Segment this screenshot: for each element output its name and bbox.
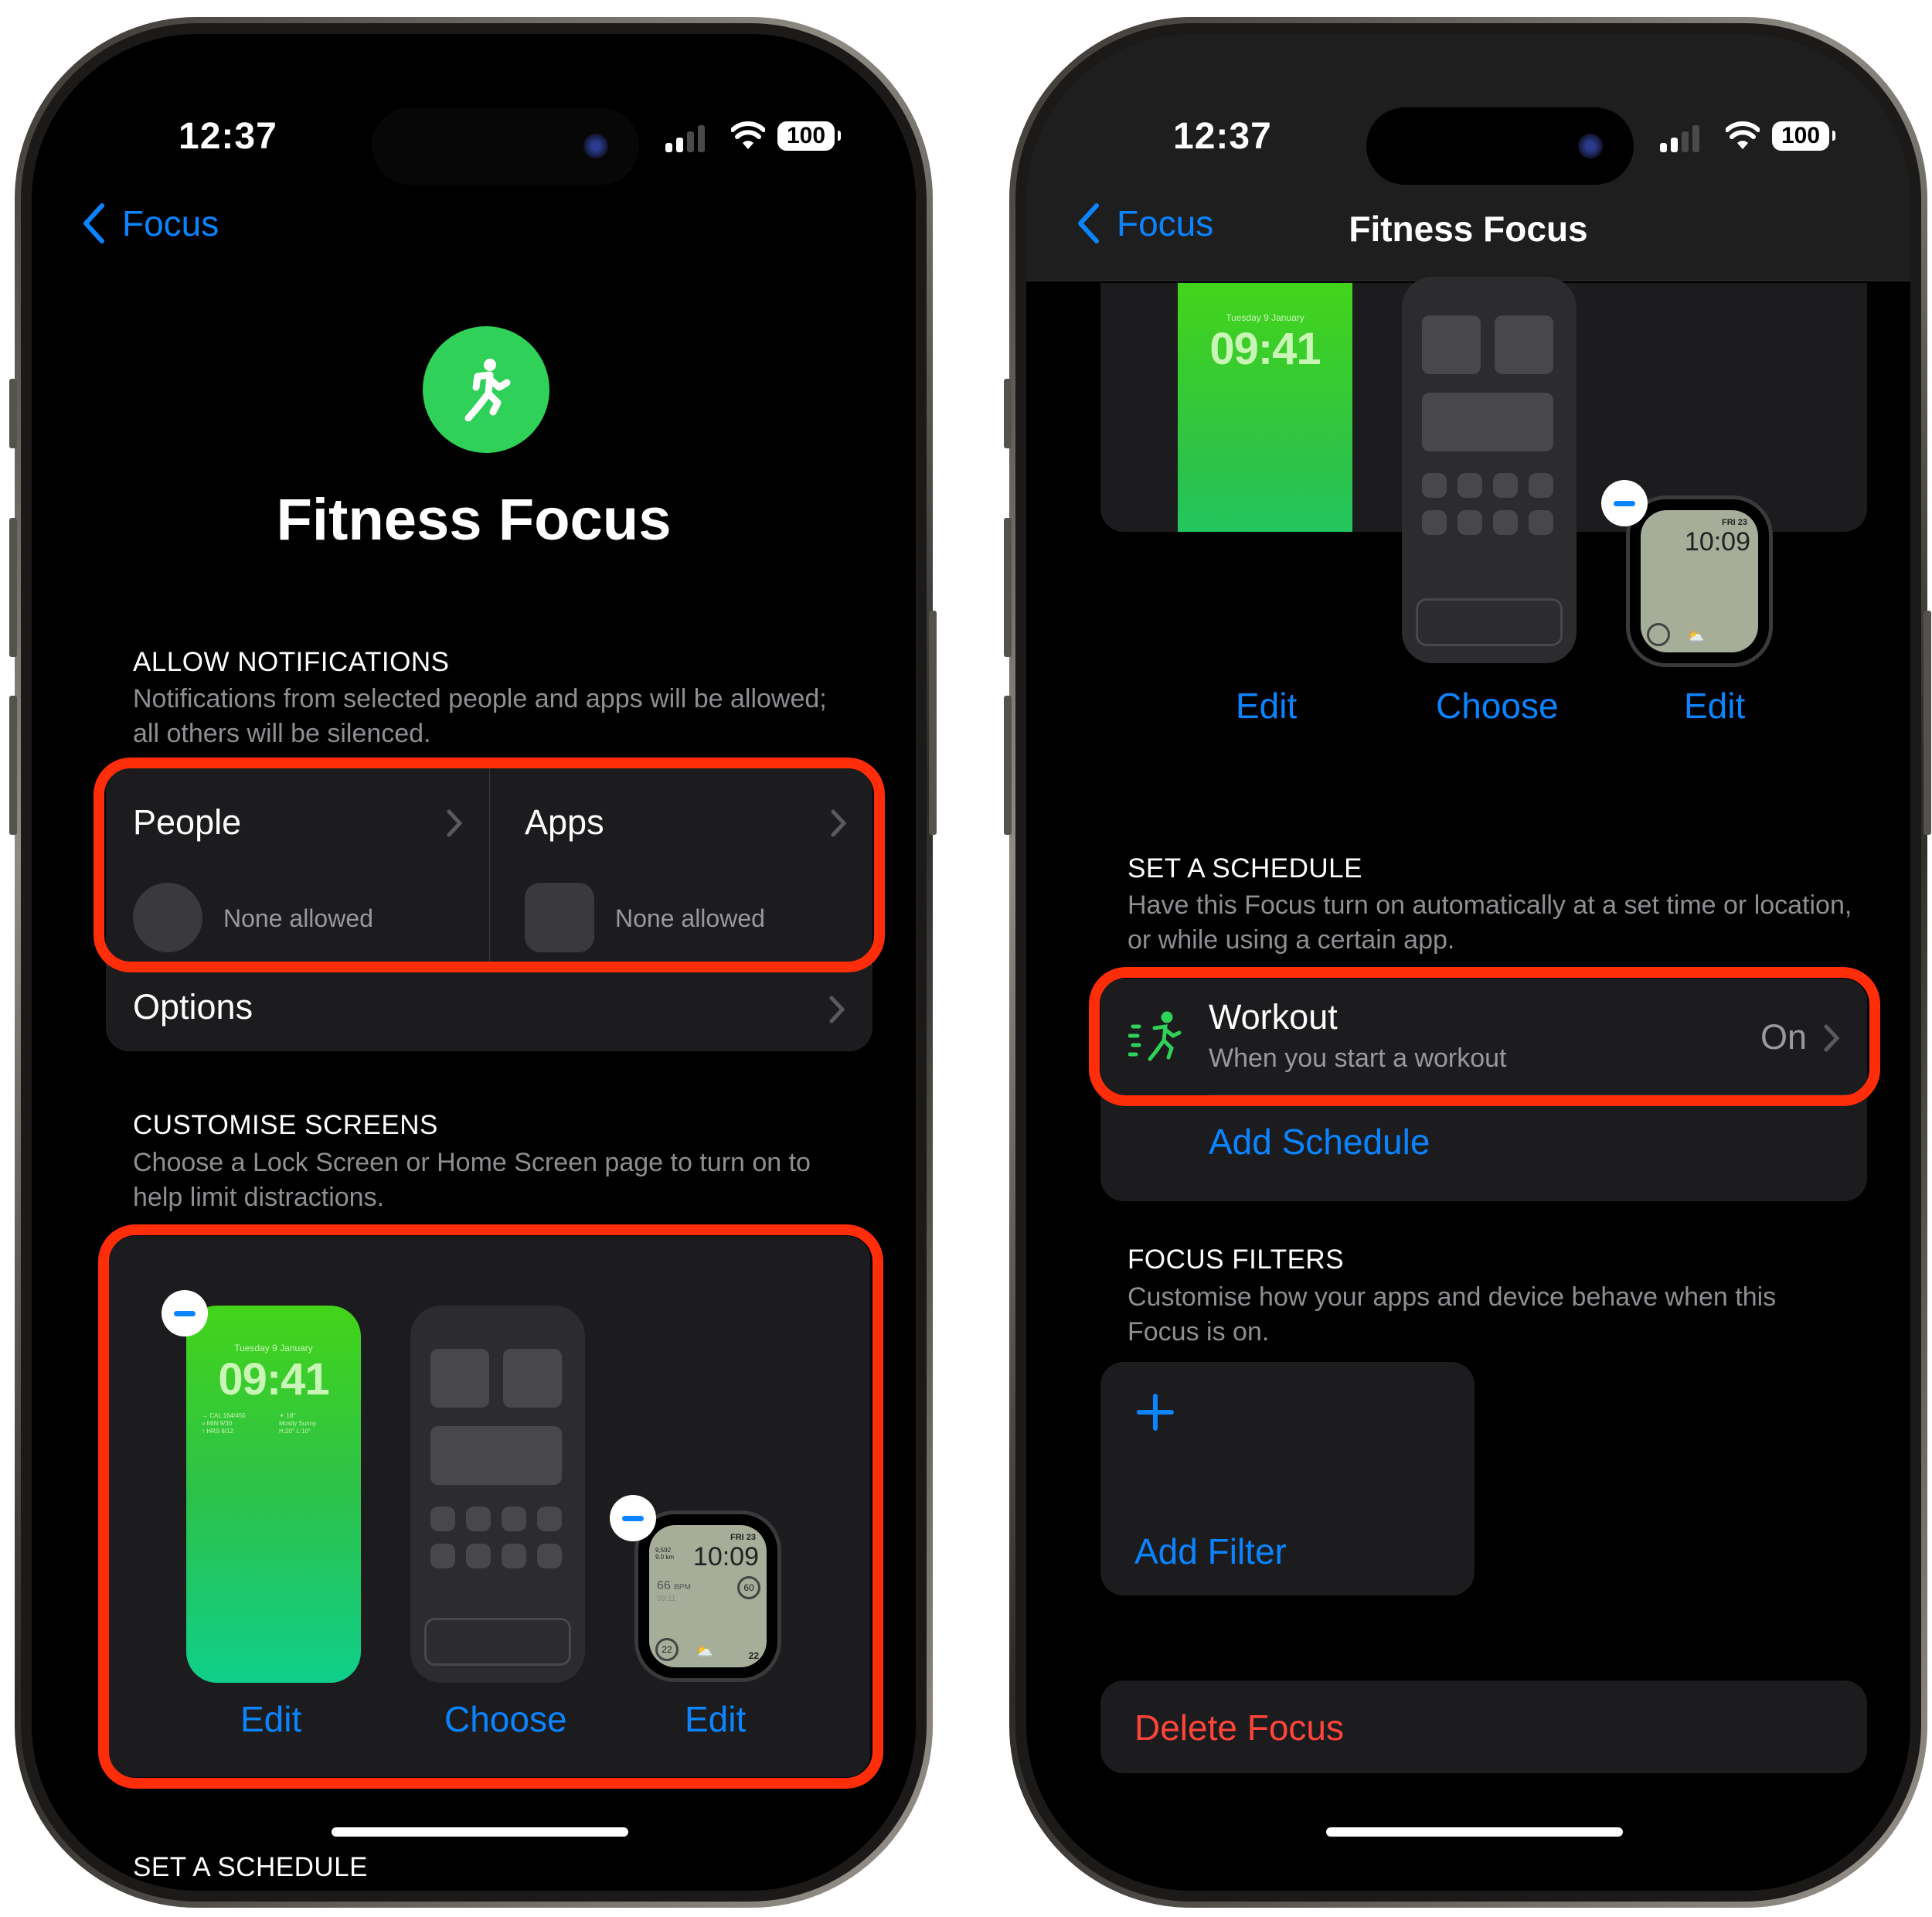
left-phone-frame: 12:37 100 Focus Fitness Focus ALLOW NOTI… [15,17,933,1908]
app-placeholder [1422,473,1447,498]
battery-indicator: 100 [1772,121,1835,151]
volume-down-button [9,696,17,835]
app-placeholder [1422,510,1447,535]
app-placeholder [1458,473,1482,498]
add-filter-label: Add Filter [1134,1531,1287,1571]
volume-down-button [1004,696,1012,835]
widget-placeholder [1422,315,1481,374]
annotation-highlight [94,758,885,972]
edit-lock-screen-button[interactable]: Edit [1236,685,1297,727]
status-bar: 12:37 100 [1026,107,1910,185]
focus-icon[interactable] [423,326,549,453]
dynamic-island [372,107,639,185]
edit-watch-face-button[interactable]: Edit [1684,685,1745,727]
watch-temperature [1647,623,1670,646]
customise-screens-header: CUSTOMISE SCREENS [133,1110,438,1140]
home-indicator[interactable] [1326,1827,1623,1837]
focus-settings-screen: 12:37 100 Focus Fitness Focus ALLOW NOTI… [32,34,916,1891]
set-schedule-header-partial: SET A SCHEDULE [133,1852,368,1882]
annotation-highlight [1089,967,1880,1106]
add-schedule-button[interactable]: Add Schedule [1209,1121,1430,1163]
right-phone-frame: 12:37 100 Focus Fitness Focus Tuesday 9 … [1009,17,1927,1908]
watch-time: 10:09 [1684,527,1750,557]
screens-card-content: FRI 23 10:09 ⛅ Edit Choose Edit [1100,277,1867,778]
allow-notifications-header: ALLOW NOTIFICATIONS [133,647,450,677]
back-button[interactable]: Focus [82,203,219,244]
side-button [929,611,937,835]
action-button [9,379,17,448]
delete-focus-label: Delete Focus [1134,1708,1345,1748]
action-button [1004,379,1012,448]
wifi-icon [731,121,765,149]
volume-up-button [1004,518,1012,657]
volume-up-button [9,518,17,657]
app-placeholder [1458,510,1482,535]
add-filter-button[interactable]: Add Filter [1100,1362,1475,1595]
widget-placeholder [1495,315,1553,374]
options-label: Options [133,987,253,1027]
allow-notifications-description: Notifications from selected people and a… [133,684,827,748]
focus-filters-header: FOCUS FILTERS [1128,1245,1345,1275]
chevron-right-icon [829,996,845,1023]
focus-settings-scrolled-screen: 12:37 100 Focus Fitness Focus Tuesday 9 … [1026,34,1910,1891]
battery-indicator: 100 [777,121,841,151]
camera-icon [583,134,608,158]
status-time: 12:37 [1173,116,1272,157]
watch-face: FRI 23 10:09 ⛅ [1641,510,1758,652]
focus-filters-description: Customise how your apps and device behav… [1128,1282,1777,1347]
home-screen-thumbnail[interactable] [1402,277,1577,663]
camera-icon [1578,134,1603,158]
dock-placeholder [1416,598,1563,646]
app-placeholder [1493,510,1518,535]
app-placeholder [1493,473,1518,498]
app-placeholder [1529,473,1553,498]
app-placeholder [1529,510,1553,535]
chevron-left-icon [83,203,104,243]
watch-date: FRI 23 [1721,518,1747,527]
figure-run-icon [464,359,511,421]
phone-bezel: 12:37 100 Focus Fitness Focus ALLOW NOTI… [21,23,927,1902]
remove-watch-face-button[interactable] [1601,480,1648,526]
annotation-highlight [98,1224,883,1789]
weather-cloud-sun-icon: ⛅ [1687,628,1705,644]
customise-screens-description: Choose a Lock Screen or Home Screen page… [133,1148,811,1212]
cellular-signal-icon [665,124,705,152]
home-indicator[interactable] [332,1827,628,1837]
cellular-signal-icon [1660,124,1699,152]
options-button[interactable]: Options [106,965,872,1051]
status-bar: 12:37 100 [32,107,916,185]
focus-title: Fitness Focus [276,487,672,553]
plus-icon [1137,1394,1174,1431]
status-time: 12:37 [179,116,277,157]
minus-icon [1614,500,1635,506]
phone-bezel: 12:37 100 Focus Fitness Focus Tuesday 9 … [1015,23,1921,1902]
side-button [1923,611,1931,835]
watch-face-thumbnail[interactable]: FRI 23 10:09 ⛅ [1626,495,1773,667]
dynamic-island [1366,107,1634,185]
set-schedule-header: SET A SCHEDULE [1128,853,1362,884]
back-label: Focus [122,203,219,243]
set-schedule-description: Have this Focus turn on automatically at… [1128,890,1852,955]
widget-placeholder [1422,393,1553,451]
choose-home-screen-button[interactable]: Choose [1436,685,1559,727]
wifi-icon [1726,121,1760,149]
nav-title: Fitness Focus [1349,209,1588,249]
delete-focus-button[interactable]: Delete Focus [1100,1680,1867,1773]
